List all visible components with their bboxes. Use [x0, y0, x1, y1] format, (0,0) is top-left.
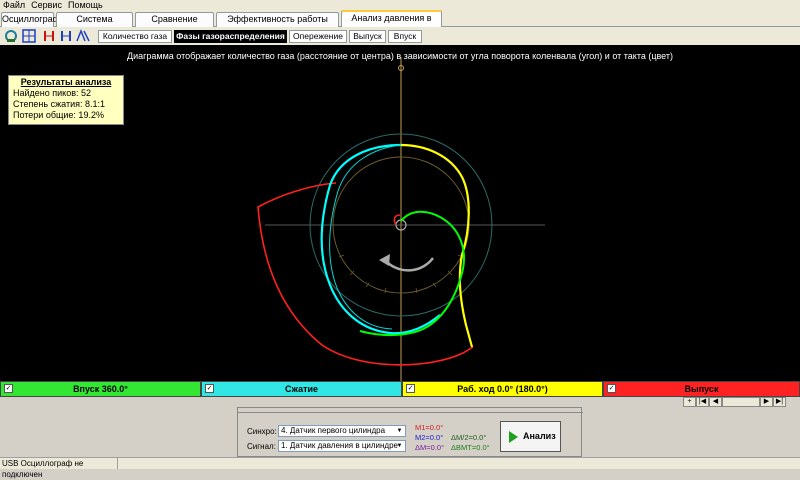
control-panel: Синхро: 4. Датчик первого цилиндра ▼ Сиг… [237, 407, 583, 457]
main-tab-strip: Осциллограф Система зажигания Сравнение … [0, 10, 800, 37]
prev-icon[interactable]: ◀ [709, 397, 722, 407]
menu-file[interactable]: Файл [0, 0, 28, 11]
results-title: Результаты анализа [20, 77, 112, 87]
rotation-arrowhead-icon [379, 254, 390, 266]
measure-icon[interactable] [76, 29, 90, 43]
navigation-controls: + |◀ ◀ ▶ ▶| [683, 397, 800, 407]
add-icon[interactable]: + [683, 397, 696, 407]
tab-pressure-analysis[interactable]: Анализ давления в цилиндре [341, 10, 442, 36]
sync-select[interactable]: 4. Датчик первого цилиндра ▼ [278, 425, 406, 437]
play-icon [509, 431, 518, 443]
analyze-label: Анализ [523, 431, 556, 441]
sync-select-value: 4. Датчик первого цилиндра [281, 426, 386, 435]
phase-exhaust[interactable]: ✓ Выпуск [603, 381, 800, 397]
phase-intake[interactable]: ✓ Впуск 360.0° [0, 381, 201, 397]
phase-power-label: Раб. ход 0.0° (180.0°) [457, 384, 548, 394]
marker-dm: ΔM=0.0° [415, 443, 445, 452]
marker-dtdc: ΔВМТ=0.0° [451, 443, 490, 452]
phase-exhaust-checkbox[interactable]: ✓ [607, 384, 616, 393]
marker-m1: M1=0.0° [415, 423, 444, 432]
subtab-valve-timing[interactable]: Фазы газораспределения [174, 30, 287, 43]
menu-help[interactable]: Помощь [65, 0, 106, 11]
status-bar: USB Осциллограф не подключен [0, 457, 800, 479]
compression-curve [320, 143, 441, 335]
next-icon[interactable]: ▶ [760, 397, 773, 407]
analyze-button[interactable]: Анализ [500, 421, 561, 452]
tab-cylinder-compare[interactable]: Сравнение цилиндров [135, 12, 214, 37]
tab-ignition[interactable]: Система зажигания [56, 12, 133, 37]
tab-cylinder-efficiency[interactable]: Эффективность работы цилиндров [216, 12, 339, 37]
subtab-advance[interactable]: Опережение [289, 30, 347, 43]
compression-curve-2 [329, 144, 402, 330]
phase-exhaust-label: Выпуск [684, 384, 719, 394]
marker-red-icon[interactable] [42, 29, 56, 43]
last-icon[interactable]: ▶| [773, 397, 786, 407]
chevron-down-icon: ▼ [396, 443, 403, 449]
grid-icon[interactable] [22, 29, 36, 43]
results-peaks: Найдено пиков: 52 [13, 88, 92, 98]
tab-oscilloscope[interactable]: Осциллограф [1, 12, 60, 27]
exhaust-curve [257, 182, 474, 366]
refresh-icon[interactable] [4, 29, 18, 43]
chevron-down-icon: ▼ [396, 428, 403, 434]
first-icon[interactable]: |◀ [696, 397, 709, 407]
results-compression: Степень сжатия: 8.1:1 [13, 99, 106, 109]
scroll-track[interactable] [722, 397, 760, 407]
subtab-gas-amount[interactable]: Количество газа [98, 30, 172, 43]
subtab-exhaust[interactable]: Выпуск [349, 30, 386, 43]
phase-power-checkbox[interactable]: ✓ [406, 384, 415, 393]
signal-select-value: 1. Датчик давления в цилиндре [281, 441, 398, 450]
marker-dm-half: ΔM/2=0.0° [451, 433, 487, 442]
phase-compression[interactable]: ✓ Сжатие [201, 381, 402, 397]
phase-intake-label: Впуск 360.0° [73, 384, 128, 394]
subtab-intake[interactable]: Впуск [388, 30, 422, 43]
rotation-arrow [384, 257, 434, 272]
phase-power[interactable]: ✓ Раб. ход 0.0° (180.0°) [402, 381, 603, 397]
phase-legend-bar: ✓ Впуск 360.0° ✓ Сжатие ✓ Раб. ход 0.0° … [0, 381, 800, 397]
marker-blue-icon[interactable] [59, 29, 73, 43]
polar-diagram[interactable]: Диаграмма отображает количество газа (ра… [0, 45, 800, 381]
status-text: USB Осциллограф не подключен [0, 458, 118, 479]
toolbar: Количество газа Фазы газораспределения О… [0, 27, 800, 45]
results-panel: Результаты анализа Найдено пиков: 52 Сте… [8, 75, 124, 125]
sync-label: Синхро: [247, 427, 277, 436]
signal-select[interactable]: 1. Датчик давления в цилиндре ▼ [278, 440, 406, 452]
phase-compression-label: Сжатие [284, 384, 319, 394]
signal-label: Сигнал: [247, 442, 276, 451]
navigation-row: + |◀ ◀ ▶ ▶| [0, 397, 800, 407]
menu-service[interactable]: Сервис [28, 0, 65, 11]
phase-intake-checkbox[interactable]: ✓ [4, 384, 13, 393]
phase-compression-checkbox[interactable]: ✓ [205, 384, 214, 393]
marker-m2: M2=0.0° [415, 433, 444, 442]
results-losses: Потери общие: 19.2% [13, 110, 104, 120]
panel-splitter[interactable] [238, 408, 583, 413]
